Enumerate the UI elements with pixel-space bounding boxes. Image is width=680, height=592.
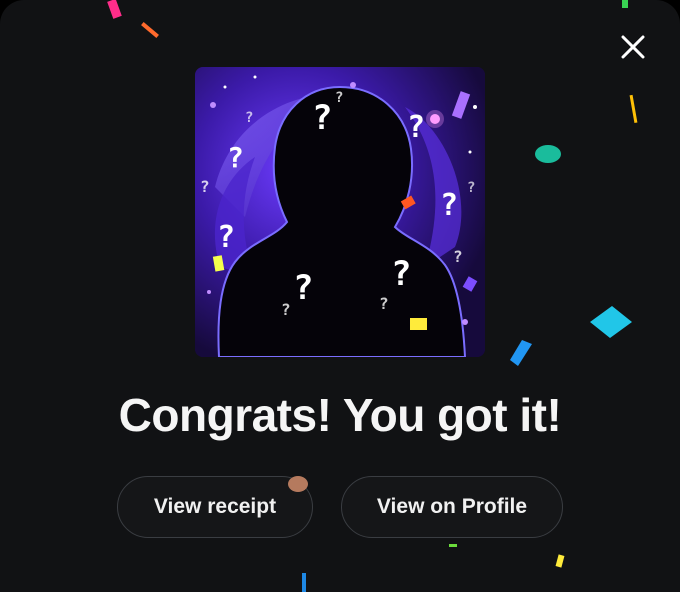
svg-text:?: ? bbox=[453, 247, 463, 266]
svg-text:?: ? bbox=[335, 90, 343, 106]
close-button[interactable] bbox=[616, 30, 650, 64]
congrats-title: Congrats! You got it! bbox=[118, 389, 562, 441]
svg-text:?: ? bbox=[379, 294, 389, 313]
mystery-silhouette-artwork: ? ? ? ? ? ? ? ? ? ? ? ? ? ? bbox=[195, 67, 485, 357]
svg-text:?: ? bbox=[281, 300, 291, 319]
svg-text:?: ? bbox=[391, 254, 411, 294]
view-on-profile-button[interactable]: View on Profile bbox=[341, 476, 563, 538]
svg-text:?: ? bbox=[200, 177, 210, 196]
svg-text:?: ? bbox=[293, 268, 313, 308]
svg-text:?: ? bbox=[227, 141, 244, 174]
svg-text:?: ? bbox=[217, 220, 235, 255]
svg-text:?: ? bbox=[467, 180, 475, 196]
congrats-dialog: ? ? ? ? ? ? ? ? ? ? ? ? ? ? Congrats! Yo… bbox=[0, 0, 680, 592]
svg-text:?: ? bbox=[312, 98, 332, 138]
svg-text:?: ? bbox=[245, 110, 253, 126]
svg-text:?: ? bbox=[407, 110, 425, 145]
close-icon bbox=[621, 35, 645, 59]
view-receipt-button[interactable]: View receipt bbox=[117, 476, 313, 538]
svg-text:?: ? bbox=[440, 188, 458, 223]
